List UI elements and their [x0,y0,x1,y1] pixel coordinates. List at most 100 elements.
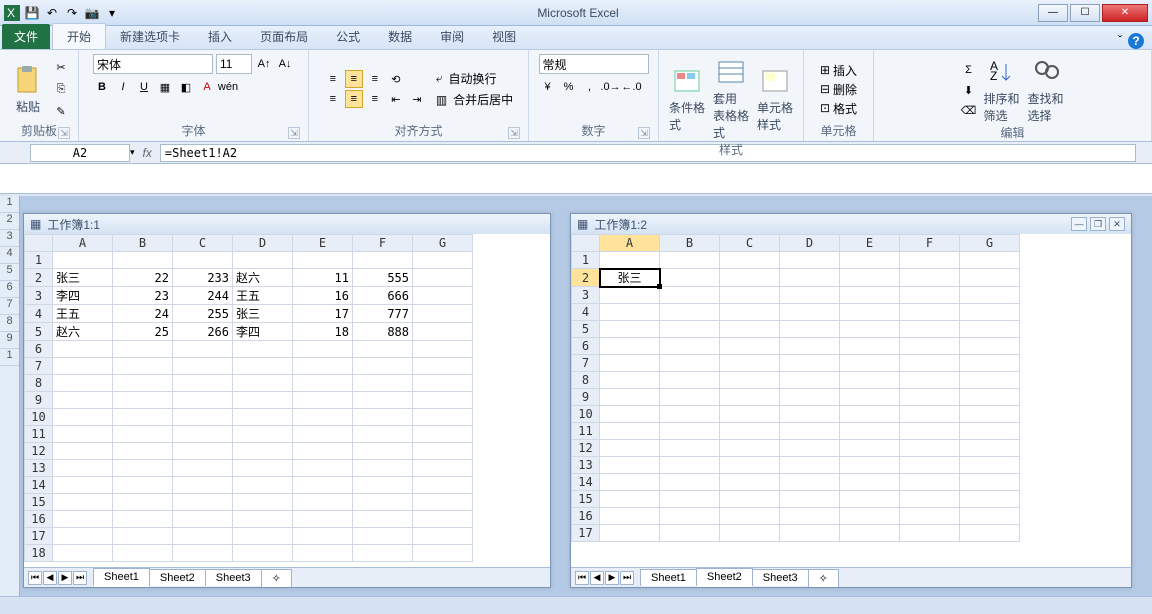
tab-nav-first-icon[interactable]: ⏮ [575,571,589,585]
paste-button[interactable]: 粘贴 [8,62,48,117]
copy-button[interactable]: ⎘ [52,80,70,98]
delete-cells-button[interactable]: ⊟ 删除 [820,81,857,98]
tab-nav-last-icon[interactable]: ⏭ [620,571,634,585]
sheet-grid-1[interactable]: ABCDEFG12张三22233赵六115553李四23244王五166664王… [24,234,550,567]
align-left-button[interactable]: ≡ [324,90,342,108]
conditional-format-button[interactable]: 条件格式 [667,63,707,135]
qat-more-icon[interactable]: ▾ [104,5,120,21]
fx-icon[interactable]: fx [143,146,152,160]
decrease-font-button[interactable]: A↓ [276,55,294,73]
fill-button[interactable]: ⬇ [960,81,978,99]
clear-button[interactable]: ⌫ [960,101,978,119]
font-color-button[interactable]: A [198,78,216,96]
sheet-grid-2[interactable]: ABCDEFG12张三34567891011121314151617 [571,234,1131,567]
maximize-button[interactable]: ☐ [1070,4,1100,22]
font-launcher[interactable]: ⇲ [288,127,300,139]
dec-decimal-button[interactable]: ←.0 [623,78,641,96]
formula-input[interactable] [160,144,1136,162]
bold-button[interactable]: B [93,78,111,96]
tab-nav-next-icon[interactable]: ▶ [605,571,619,585]
table-format-icon [715,56,747,88]
format-cells-button[interactable]: ⊡ 格式 [820,100,857,117]
undo-icon[interactable]: ↶ [44,5,60,21]
inc-decimal-button[interactable]: .0→ [602,78,620,96]
camera-icon[interactable]: 📷 [84,5,100,21]
name-box[interactable] [30,144,130,162]
save-icon[interactable]: 💾 [24,5,40,21]
tab-nav-last-icon[interactable]: ⏭ [73,571,87,585]
group-cells: ⊞ 插入 ⊟ 删除 ⊡ 格式 单元格 [804,50,874,141]
inner-close-button[interactable]: ✕ [1109,217,1125,231]
sheet-tab-2-1[interactable]: Sheet1 [640,569,697,586]
align-top-button[interactable]: ≡ [324,70,342,88]
cut-button[interactable]: ✂ [52,58,70,76]
autosum-button[interactable]: Σ [960,61,978,79]
tab-view[interactable]: 视图 [478,24,530,49]
find-select-button[interactable]: 查找和选择 [1026,54,1066,126]
tab-nav-first-icon[interactable]: ⏮ [28,571,42,585]
clipboard-launcher[interactable]: ⇲ [58,127,70,139]
tab-newtab[interactable]: 新建选项卡 [106,24,194,49]
underline-button[interactable]: U [135,78,153,96]
comma-button[interactable]: , [581,78,599,96]
cell-styles-button[interactable]: 单元格样式 [755,63,795,135]
close-button[interactable]: ✕ [1102,4,1148,22]
phonetic-button[interactable]: wén [219,78,237,96]
align-middle-button[interactable]: ≡ [345,70,363,88]
tab-insert[interactable]: 插入 [194,24,246,49]
tab-home[interactable]: 开始 [52,23,106,49]
sheet-tab-1-3[interactable]: Sheet3 [205,569,262,586]
font-size-combo[interactable] [216,54,252,74]
formula-expand-area [0,164,1152,194]
new-sheet-button[interactable]: ✧ [261,569,292,587]
tab-pagelayout[interactable]: 页面布局 [246,24,322,49]
merge-button[interactable]: 合并后居中 [453,91,513,108]
currency-button[interactable]: ¥ [539,78,557,96]
font-name-combo[interactable] [93,54,213,74]
help-icon[interactable]: ? [1128,33,1144,49]
align-label: 对齐方式 [394,124,442,138]
percent-button[interactable]: % [560,78,578,96]
align-bottom-button[interactable]: ≡ [366,70,384,88]
sheet-tab-2-3[interactable]: Sheet3 [752,569,809,586]
align-launcher[interactable]: ⇲ [508,127,520,139]
tab-nav-prev-icon[interactable]: ◀ [590,571,604,585]
fill-color-button[interactable]: ◧ [177,78,195,96]
wrap-text-button[interactable]: 自动换行 [449,70,497,87]
indent-dec-button[interactable]: ⇤ [387,90,405,108]
insert-cells-button[interactable]: ⊞ 插入 [820,62,857,79]
sheet-tab-1-1[interactable]: Sheet1 [93,568,150,587]
italic-button[interactable]: I [114,78,132,96]
quick-access-toolbar: X 💾 ↶ ↷ 📷 ▾ [4,5,120,21]
inner-minimize-button[interactable]: — [1071,217,1087,231]
name-box-dropdown-icon[interactable]: ▾ [130,147,135,158]
sheet-tab-1-2[interactable]: Sheet2 [149,569,206,586]
sheet-tab-2-2[interactable]: Sheet2 [696,568,753,587]
format-painter-button[interactable]: ✎ [52,102,70,120]
number-launcher[interactable]: ⇲ [638,127,650,139]
sort-filter-button[interactable]: AZ排序和筛选 [982,54,1022,126]
tab-nav-next-icon[interactable]: ▶ [58,571,72,585]
align-right-button[interactable]: ≡ [366,90,384,108]
indent-inc-button[interactable]: ⇥ [408,90,426,108]
align-center-button[interactable]: ≡ [345,90,363,108]
inner-title-2[interactable]: ▦ 工作簿1:2 — ❐ ✕ [571,214,1131,234]
minimize-button[interactable]: — [1038,4,1068,22]
minimize-ribbon-icon[interactable]: ˇ [1118,33,1122,49]
tab-review[interactable]: 审阅 [426,24,478,49]
redo-icon[interactable]: ↷ [64,5,80,21]
edit-label: 编辑 [1000,126,1024,140]
format-as-table-button[interactable]: 套用 表格格式 [711,54,751,143]
new-sheet-button[interactable]: ✧ [808,569,839,587]
increase-font-button[interactable]: A↑ [255,55,273,73]
number-format-combo[interactable] [539,54,649,74]
app-title: Microsoft Excel [120,6,1036,20]
border-button[interactable]: ▦ [156,78,174,96]
file-tab[interactable]: 文件 [2,24,50,49]
inner-restore-button[interactable]: ❐ [1090,217,1106,231]
tab-formulas[interactable]: 公式 [322,24,374,49]
tab-data[interactable]: 数据 [374,24,426,49]
inner-title-1[interactable]: ▦ 工作簿1:1 [24,214,550,234]
tab-nav-prev-icon[interactable]: ◀ [43,571,57,585]
orientation-button[interactable]: ⟲ [387,70,405,88]
